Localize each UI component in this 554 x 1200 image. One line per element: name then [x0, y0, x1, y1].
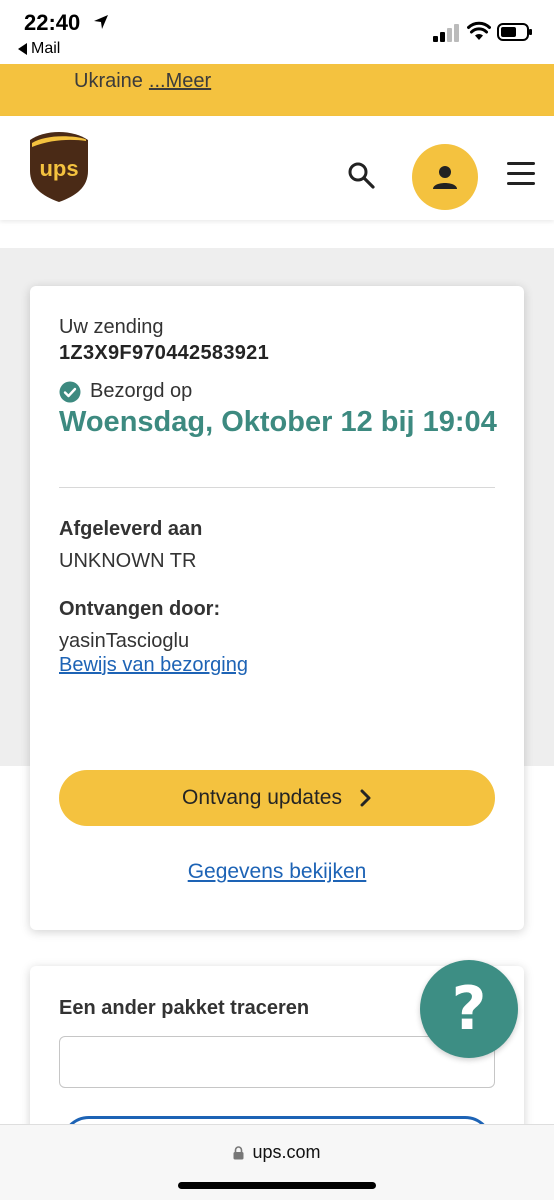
chevron-right-icon — [360, 789, 371, 807]
question-mark-icon: ? — [451, 974, 487, 1044]
account-button[interactable] — [412, 144, 478, 210]
delivered-to-value: UNKNOWN TR — [59, 550, 197, 572]
get-updates-button[interactable]: Ontvang updates — [59, 770, 495, 826]
battery-icon — [497, 23, 532, 41]
back-label: Mail — [31, 40, 61, 57]
delivered-date: Woensdag, Oktober 12 bij 19:04 — [59, 406, 497, 438]
alert-banner: Ukraine ...Meer — [0, 64, 554, 116]
location-arrow-icon — [94, 15, 108, 29]
status-time: 22:40 — [24, 10, 81, 35]
banner-message: Ukraine ...Meer — [74, 70, 211, 93]
delivery-status-row: Bezorgd op — [59, 380, 192, 403]
view-details-link[interactable]: Gegevens bekijken — [30, 860, 524, 884]
browser-url-bar[interactable]: ups.com — [0, 1124, 554, 1200]
search-icon[interactable] — [346, 160, 376, 190]
delivered-to-label: Afgeleverd aan — [59, 518, 203, 540]
status-label: Bezorgd op — [90, 380, 193, 402]
ups-shield-logo[interactable]: ups — [28, 131, 90, 203]
received-by-value: yasinTascioglu — [59, 630, 190, 652]
tracking-number: 1Z3X9F970442583921 — [59, 342, 270, 364]
url-row: ups.com — [0, 1142, 554, 1163]
url-text: ups.com — [252, 1142, 321, 1162]
tracking-number-input[interactable] — [59, 1036, 495, 1088]
received-by-label: Ontvangen door: — [59, 598, 221, 620]
proof-of-delivery-link[interactable]: Bewijs van bezorging — [59, 654, 248, 677]
person-icon — [433, 166, 457, 189]
get-updates-label: Ontvang updates — [182, 786, 342, 809]
divider — [59, 487, 495, 488]
svg-text:ups: ups — [39, 156, 78, 181]
banner-more-link[interactable]: ...Meer — [149, 70, 211, 92]
wifi-icon — [467, 21, 491, 40]
lock-icon — [233, 1145, 244, 1159]
shipment-label: Uw zending — [59, 316, 164, 338]
check-circle-icon — [59, 381, 81, 402]
status-bar: 22:40 Mail — [0, 0, 554, 64]
track-another-title: Een ander pakket traceren — [59, 997, 310, 1019]
site-header: ups — [0, 116, 554, 220]
back-to-mail-link[interactable]: Mail — [18, 40, 60, 58]
back-triangle-icon — [18, 43, 27, 55]
help-button[interactable]: ? — [420, 960, 518, 1058]
hamburger-menu-icon[interactable] — [506, 160, 536, 188]
home-indicator[interactable] — [178, 1182, 376, 1189]
shipment-status-card: Uw zending 1Z3X9F970442583921 Bezorgd op… — [30, 286, 524, 930]
banner-text: Ukraine — [74, 70, 143, 92]
cellular-signal-icon — [433, 24, 459, 42]
